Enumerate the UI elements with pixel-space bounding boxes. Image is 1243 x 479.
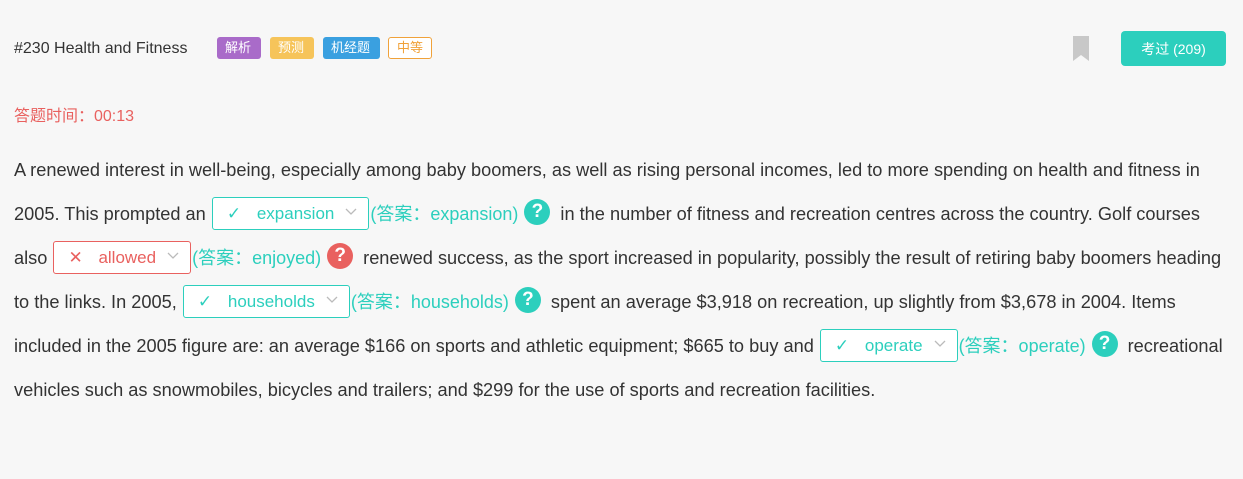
correct-answer: (答案：expansion) xyxy=(370,204,519,224)
tag-analysis[interactable]: 解析 xyxy=(217,37,261,59)
question-title: #230 Health and Fitness xyxy=(14,40,188,57)
blank-dropdown-1[interactable]: ✓ expansion xyxy=(211,196,370,230)
chevron-down-icon xyxy=(345,208,357,215)
question-circle-icon[interactable]: ? xyxy=(514,287,541,314)
question-circle-icon[interactable]: ? xyxy=(524,199,551,226)
tag-jijing: 机经题 xyxy=(323,37,380,59)
chevron-down-icon xyxy=(934,340,946,347)
done-count-button[interactable]: 考过 (209) xyxy=(1121,31,1226,66)
check-icon: ✓ xyxy=(197,291,213,311)
blank-dropdown-4[interactable]: ✓ operate xyxy=(819,328,958,362)
correct-answer: (答案：operate) xyxy=(958,336,1086,356)
chevron-down-icon xyxy=(326,296,338,303)
blank-dropdown-3[interactable]: ✓ households xyxy=(182,284,350,318)
check-icon: ✓ xyxy=(834,335,850,355)
blank-value: operate xyxy=(864,335,923,355)
correct-answer: (答案：households) xyxy=(350,292,509,312)
blank-value: households xyxy=(227,291,315,311)
blank-value: allowed xyxy=(98,247,157,267)
blank-value: expansion xyxy=(256,203,335,223)
question-circle-icon[interactable]: ? xyxy=(1091,331,1118,358)
cross-icon: ✕ xyxy=(68,247,83,267)
question-header: #230 Health and Fitness 解析 预测 机经题 中等 考过 … xyxy=(14,31,1226,66)
chevron-down-icon xyxy=(167,252,179,259)
tag-prediction: 预测 xyxy=(270,37,314,59)
question-circle-icon[interactable]: ? xyxy=(327,243,354,270)
answer-timer: 答题时间：00:13 xyxy=(14,108,135,125)
tag-difficulty: 中等 xyxy=(388,37,432,59)
bookmark-icon[interactable] xyxy=(1072,36,1090,62)
check-icon: ✓ xyxy=(226,203,242,223)
passage-text: A renewed interest in well-being, especi… xyxy=(14,148,1228,412)
correct-answer: (答案：enjoyed) xyxy=(192,248,322,268)
blank-dropdown-2[interactable]: ✕ allowed xyxy=(53,240,192,274)
